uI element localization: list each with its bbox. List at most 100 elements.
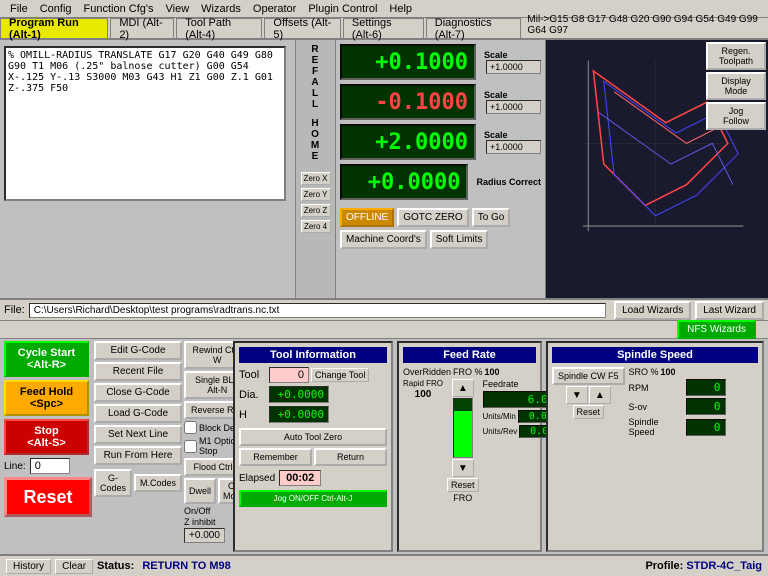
spindle-down-btn[interactable]: ▼ [566,386,588,404]
block-delete-cb[interactable] [184,421,197,434]
file-label: File: [4,304,25,316]
stop-btn[interactable]: Stop <Alt-S> [4,419,89,455]
dwell-btn[interactable]: Dwell [184,478,216,504]
ref-m: M [311,140,320,151]
menu-file[interactable]: File [4,0,34,17]
scale-x: +1.0000 [486,60,541,74]
goto-zero-btn[interactable]: GOTC ZERO [397,208,468,227]
spindle-speed-panel: Spindle Speed Spindle CW F5 ▼ ▲ Reset SR… [546,341,764,552]
menu-wizards[interactable]: Wizards [195,0,247,17]
menu-function-cfg[interactable]: Function Cfg's [78,0,160,17]
bottom-area: Cycle Start <Alt-R> Feed Hold <Spc> Stop… [0,339,768,554]
load-wizards-btn[interactable]: Load Wizards [614,301,691,320]
auto-tool-zero-btn[interactable]: Auto Tool Zero [239,428,387,446]
line-number: 0 [30,458,70,474]
tab-diagnostics[interactable]: Diagnostics (Alt-7) [426,18,522,38]
dro-4-row: +0.0000 Radius Correct [340,164,541,200]
set-next-line-btn[interactable]: Set Next Line [94,425,182,444]
change-tool-btn[interactable]: Change Tool [311,368,369,382]
history-btn[interactable]: History [6,559,51,574]
profile-area: Profile: STDR-4C_Taig [645,560,762,572]
profile-label: Profile: [645,560,683,572]
fro-bar [453,398,473,458]
status-bar: History Clear Status: RETURN TO M98 Prof… [0,554,768,576]
cycle-start-btn[interactable]: Cycle Start <Alt-R> [4,341,89,377]
status-value: RETURN TO M98 [142,560,230,572]
tool-info-panel: Tool Information Tool 0 Change Tool Dia.… [233,341,393,552]
tab-bar: Program Run (Alt-1) MDI (Alt-2) Tool Pat… [0,18,768,40]
remember-btn[interactable]: Remember [239,448,312,466]
dro-x-row: +0.1000 Scale +1.0000 [340,44,541,80]
dro-y-display: -0.1000 [340,84,476,120]
on-off-value: +0.000 [184,528,225,543]
spindle-cw-btn[interactable]: Spindle CW F5 [552,367,625,385]
section-wrapper: % OMILL-RADIUS TRANSLATE G17 G20 G40 G49… [0,40,768,576]
run-from-here-btn[interactable]: Run From Here [94,446,182,465]
spindle-up-btn[interactable]: ▲ [589,386,611,404]
spindle-speed-label: Spindle Speed [629,417,684,437]
line-label: Line: 0 [4,458,92,474]
recent-file-btn[interactable]: Recent File [94,362,182,381]
menu-view[interactable]: View [160,0,196,17]
menu-plugin[interactable]: Plugin Control [302,0,383,17]
soft-limits-btn[interactable]: Soft Limits [430,230,489,249]
reset-btn[interactable]: Reset [4,477,92,517]
tab-offsets[interactable]: Offsets (Alt-5) [264,18,340,38]
feed-hold-btn[interactable]: Feed Hold <Spc> [4,380,89,416]
offline-btn[interactable]: OFFLINE [340,208,394,227]
ref-o: O [311,129,320,140]
zero-z-btn[interactable]: Zero Z [301,204,331,217]
dia-row: Dia. +0.0000 [239,386,387,403]
tool-info-title: Tool Information [239,347,387,363]
spindle-speed-value: 0 [686,419,726,436]
menu-config[interactable]: Config [34,0,78,17]
fro-up-btn[interactable]: ▲ [452,379,474,397]
zero-x-btn[interactable]: Zero X [301,172,331,185]
rpm-value: 0 [686,379,726,396]
h-value: +0.0000 [269,406,329,423]
tab-tool-path[interactable]: Tool Path (Alt-4) [176,18,262,38]
jog-onoff-btn[interactable]: Jog ON/OFF Ctrl-Alt-J [239,490,387,507]
feed-rate-panel: Feed Rate OverRidden FRO % 100 Rapid FRO… [397,341,542,552]
ref-f: F [312,66,319,77]
to-go-btn[interactable]: To Go [472,208,511,227]
jog-follow-btn[interactable]: Jog Follow [706,102,766,130]
zero-4-btn[interactable]: Zero 4 [301,220,331,233]
gcode-area[interactable]: % OMILL-RADIUS TRANSLATE G17 G20 G40 G49… [4,46,286,201]
sro-value: 100 [661,367,676,377]
last-wizard-btn[interactable]: Last Wizard [695,301,764,320]
ref-a: A [311,77,319,88]
fro-reset-btn[interactable]: Reset [447,478,479,492]
menu-help[interactable]: Help [383,0,418,17]
tab-right-info: Mil->G15 G8 G17 G48 G20 G90 G94 G54 G49 … [523,12,768,38]
radius-label: Radius Correct [476,177,541,187]
close-gcode-btn[interactable]: Close G-Code [94,383,182,402]
s-ov-value: 0 [686,398,726,415]
spindle-reset-btn[interactable]: Reset [573,405,605,419]
load-gcode-btn[interactable]: Load G-Code [94,404,182,423]
on-off-label: On/Off [184,506,210,516]
ref-h: H [311,118,319,129]
m-codes-btn[interactable]: M.Codes [134,474,182,492]
clear-btn[interactable]: Clear [55,559,93,574]
return-btn[interactable]: Return [314,448,387,466]
rapid-fro-value: 100 [415,389,432,400]
zero-y-btn[interactable]: Zero Y [301,188,331,201]
regen-toolpath-btn[interactable]: Regen. Toolpath [706,42,766,70]
rapid-fro-label: Rapid FRO [403,379,443,388]
rpm-label: RPM [629,383,684,393]
tab-program-run[interactable]: Program Run (Alt-1) [0,18,108,38]
edit-gcode-btn[interactable]: Edit G-Code [94,341,182,360]
tab-mdi[interactable]: MDI (Alt-2) [110,18,174,38]
nfs-wizards-btn[interactable]: NFS Wizards [677,320,756,339]
fro-down-btn[interactable]: ▼ [452,459,474,477]
g-codes-btn[interactable]: G-Codes [94,469,132,497]
tab-settings[interactable]: Settings (Alt-6) [343,18,424,38]
menu-operator[interactable]: Operator [247,0,302,17]
display-mode-btn[interactable]: Display Mode [706,72,766,100]
dro-x-display: +0.1000 [340,44,476,80]
dro-y-row: -0.1000 Scale +1.0000 [340,84,541,120]
h-label: H [239,409,269,421]
machine-coords-btn[interactable]: Machine Coord's [340,230,427,249]
m1-optional-cb[interactable] [184,440,197,453]
